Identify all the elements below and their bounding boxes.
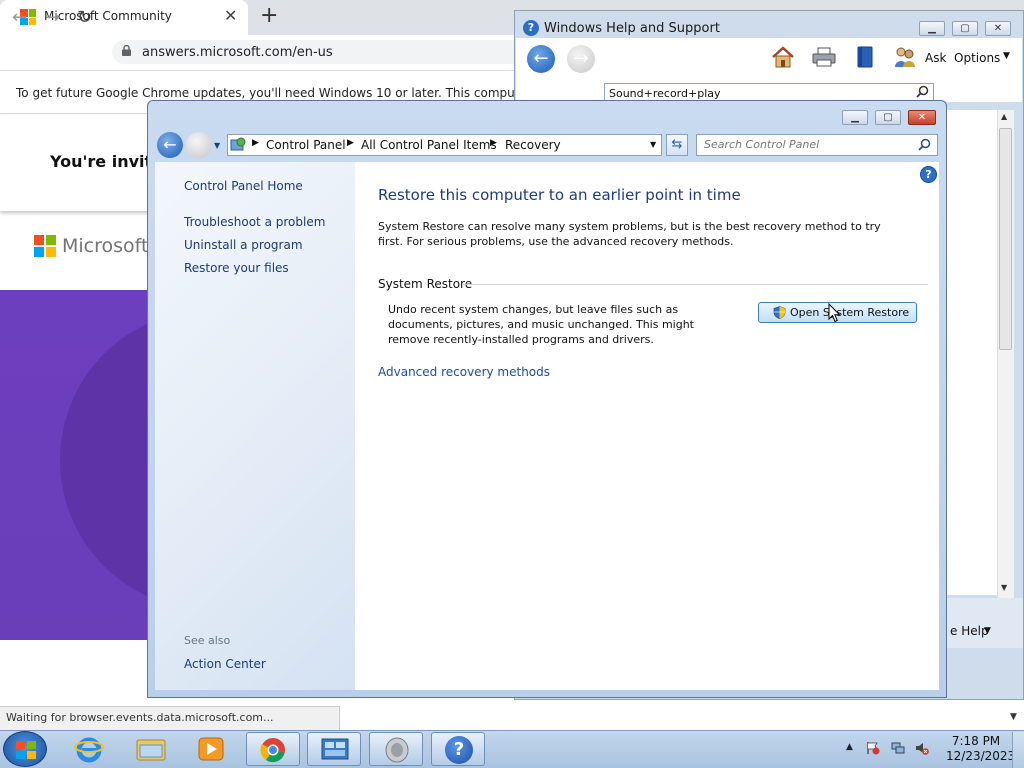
taskbar-sound[interactable] [369,732,423,766]
help-search-value: Sound+record+play [609,87,721,100]
open-system-restore-label: Open System Restore [790,306,910,319]
help-question-icon: ? [445,736,473,764]
scroll-up-icon[interactable]: ▲ [1001,112,1007,121]
ask-label[interactable]: Ask [925,51,946,65]
right-scroll-down-icon[interactable]: ▼ [1010,712,1017,722]
breadcrumb-separator-icon[interactable]: ▶ [252,138,259,148]
folder-icon [136,739,166,761]
nav-troubleshoot[interactable]: Troubleshoot a problem [184,215,325,229]
page-description: System Restore can resolve many system p… [378,220,881,248]
help-search-icon[interactable] [916,85,929,98]
help-app-icon: ? [523,20,539,36]
section-divider [462,284,928,285]
start-button[interactable] [3,731,47,767]
network-icon[interactable] [891,741,905,755]
taskbar-media-player[interactable] [184,732,238,766]
help-bottom-bar [945,598,1023,648]
options-menu[interactable]: Options [954,51,1000,65]
cp-close-button[interactable]: ✕ [908,110,936,125]
lock-icon [122,45,131,56]
cp-minimize-button[interactable]: ▁ [842,110,868,125]
control-panel-icon [230,137,246,151]
microsoft-logo-icon [34,235,56,257]
print-icon[interactable] [811,46,837,68]
breadcrumb-separator-icon[interactable]: ▶ [490,138,497,148]
internet-explorer-icon [74,737,104,763]
cp-search-icon[interactable] [918,138,931,151]
system-restore-heading: System Restore [378,277,473,291]
tab-title: Microsoft Community [44,9,172,23]
tab-close-icon[interactable]: ✕ [224,6,237,25]
browser-tab[interactable]: Microsoft Community ✕ [0,0,248,35]
back-icon[interactable]: ← [12,7,27,28]
nav-control-panel-home[interactable]: Control Panel Home [184,179,303,193]
cp-search-placeholder: Search Control Panel [704,138,820,151]
breadcrumb-control-panel[interactable]: Control Panel [266,138,346,152]
help-maximize-button[interactable]: ▢ [952,21,978,36]
taskbar-internet-explorer[interactable] [62,732,116,766]
nav-uninstall-program[interactable]: Uninstall a program [184,238,303,252]
forward-icon[interactable]: → [45,7,60,28]
browse-help-icon[interactable] [855,45,875,69]
breadcrumb-separator-icon[interactable]: ▶ [347,138,354,148]
cp-back-button[interactable]: ← [157,132,183,158]
windows-logo-icon [16,741,36,759]
cp-forward-button[interactable] [186,132,212,158]
url-text: answers.microsoft.com/en-us [142,45,333,60]
help-minimize-button[interactable]: ▁ [919,21,945,36]
volume-muted-icon[interactable] [915,741,929,755]
help-menu[interactable]: e Help [950,624,989,638]
nav-restore-files[interactable]: Restore your files [184,261,289,275]
address-dropdown-icon[interactable]: ▼ [650,140,656,149]
help-scrollbar-thumb[interactable] [999,128,1012,350]
scroll-down-icon[interactable]: ▼ [1001,583,1007,592]
taskbar-chrome[interactable] [246,732,300,766]
nav-action-center[interactable]: Action Center [184,657,266,671]
media-player-icon [198,737,224,761]
hero-banner [0,290,160,640]
taskbar-control-panel[interactable] [307,732,361,766]
advanced-recovery-link[interactable]: Advanced recovery methods [378,365,550,379]
browser-status-text: Waiting for browser.events.data.microsof… [6,711,274,724]
help-window-title: Windows Help and Support [544,21,720,36]
refresh-icon[interactable]: ⇆ [666,134,688,156]
new-tab-icon[interactable]: + [260,3,278,28]
help-question-icon[interactable]: ? [920,166,937,183]
infobar-text: To get future Google Chrome updates, you… [16,86,532,100]
help-forward-button[interactable]: → [567,45,595,73]
help-menu-chevron-icon[interactable]: ▼ [984,626,991,636]
breadcrumb-recovery[interactable]: Recovery [505,138,561,152]
clock-time: 7:18 PM [951,734,1001,748]
breadcrumb-all-items[interactable]: All Control Panel Items [361,138,497,152]
microsoft-wordmark: Microsoft [62,235,149,257]
chrome-icon [260,738,285,763]
help-back-button[interactable]: ← [527,45,555,73]
home-icon[interactable] [770,45,796,69]
mouse-cursor-icon [828,303,840,323]
uac-shield-icon [773,306,786,319]
clock-date: 12/23/2023 [946,749,1016,763]
reload-icon[interactable]: ↻ [77,7,92,28]
options-chevron-down-icon[interactable]: ▼ [1003,51,1010,61]
control-panel-icon [321,738,349,760]
show-hidden-icons-icon[interactable]: ▲ [846,742,853,752]
speaker-icon [385,737,409,763]
system-restore-description: Undo recent system changes, but leave fi… [388,303,694,346]
taskbar-explorer[interactable] [124,732,178,766]
taskbar-clock[interactable]: 7:18 PM 12/23/2023 [946,734,1016,764]
recent-pages-chevron-icon[interactable]: ▼ [214,141,220,150]
action-center-flag-icon[interactable] [866,741,880,755]
cp-maximize-button[interactable]: ▢ [875,110,901,125]
help-close-button[interactable]: ✕ [985,21,1011,36]
page-title: Restore this computer to an earlier poin… [378,186,741,204]
taskbar-help-support[interactable]: ? [431,732,485,766]
help-content-pane [945,110,1005,595]
show-desktop-button[interactable] [1012,732,1024,768]
see-also-label: See also [184,634,231,647]
ask-icon[interactable] [893,45,917,69]
